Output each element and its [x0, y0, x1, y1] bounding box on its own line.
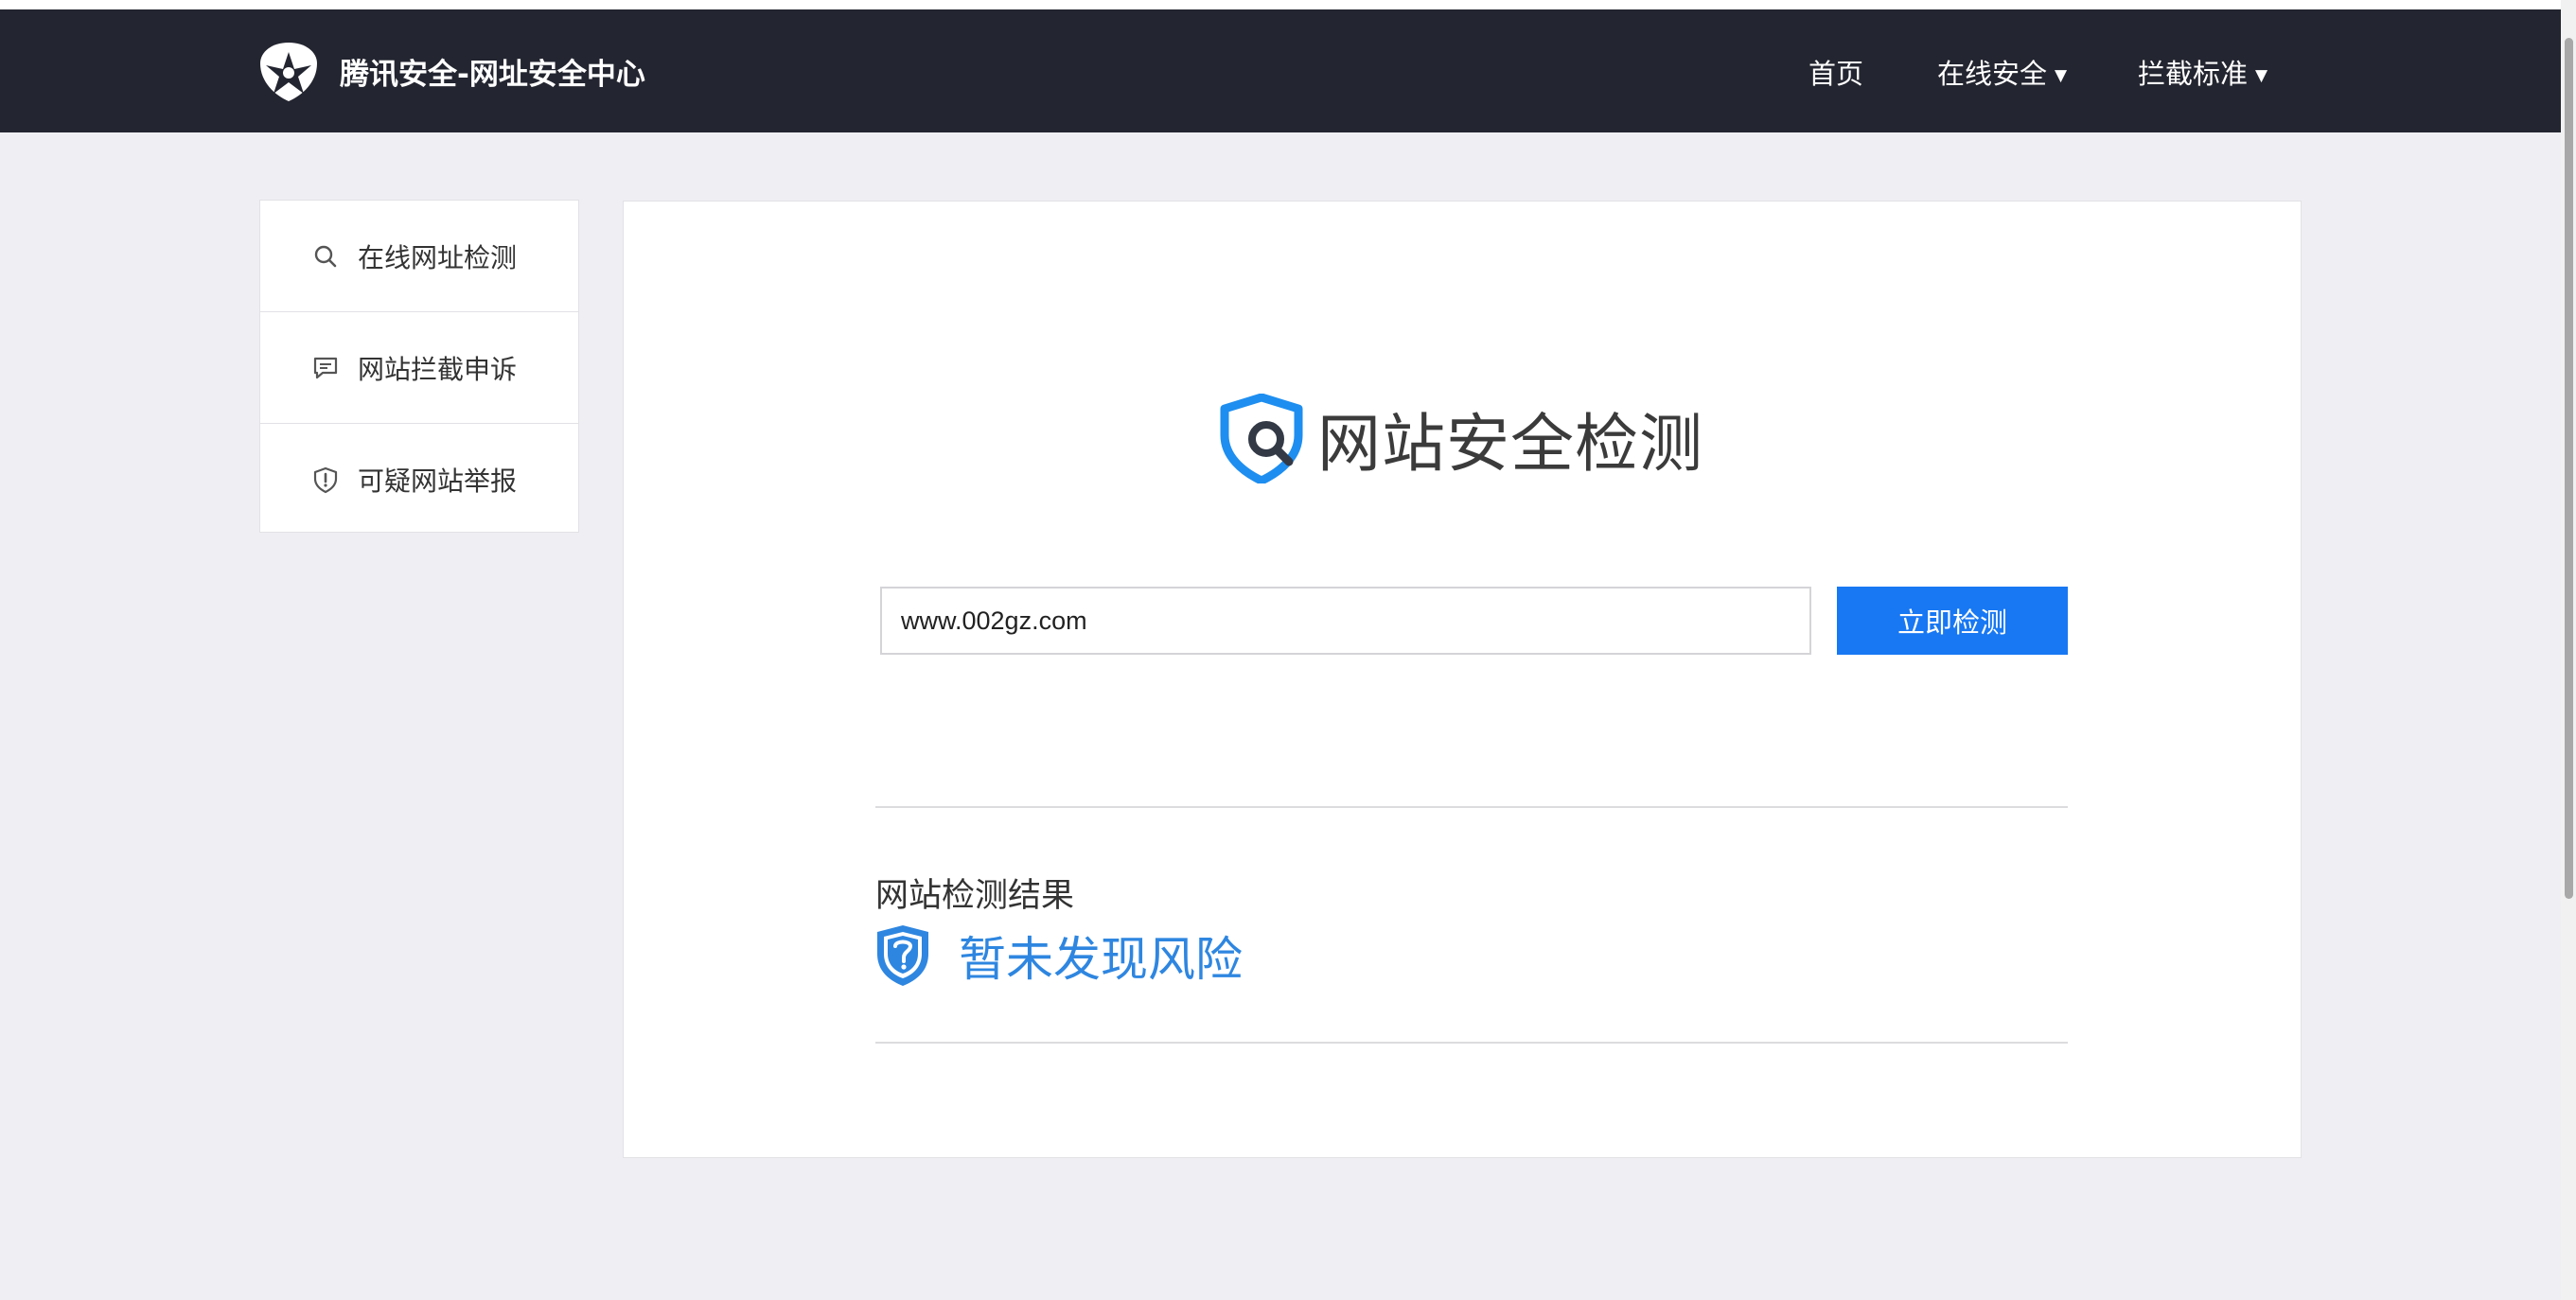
hero: 网站安全检测: [1219, 391, 1703, 485]
sidebar-item-label: 可疑网站举报: [358, 465, 518, 497]
scrollbar-thumb[interactable]: [2565, 38, 2573, 899]
shield-search-icon: [1220, 393, 1303, 483]
sidebar-item-block-appeal[interactable]: 网站拦截申诉: [260, 312, 578, 423]
search-icon: [314, 245, 337, 267]
nav-block-standards[interactable]: 拦截标准 ▼: [2138, 57, 2267, 91]
top-navbar: 腾讯安全-网址安全中心 首页 在线安全 ▼ 拦截标准 ▼: [0, 9, 2561, 132]
url-input[interactable]: [880, 587, 1811, 655]
brand-title: 腾讯安全-网址安全中心: [340, 57, 645, 92]
nav-online-security-label: 在线安全: [1937, 58, 2048, 90]
result-status: 暂未发现风险: [875, 922, 1243, 989]
caret-down-icon: ▼: [2255, 66, 2268, 85]
nav-block-standards-label: 拦截标准: [2138, 58, 2249, 90]
check-now-button[interactable]: 立即检测: [1837, 587, 2068, 655]
shield-question-icon: [877, 925, 928, 986]
sidebar-item-online-url-check[interactable]: 在线网址检测: [260, 201, 578, 311]
divider: [875, 1042, 2068, 1044]
brand[interactable]: 腾讯安全-网址安全中心: [256, 38, 645, 104]
top-strip: [0, 0, 2576, 9]
caret-down-icon: ▼: [2055, 66, 2068, 85]
nav-home[interactable]: 首页: [1808, 57, 1863, 91]
result-status-text: 暂未发现风险: [959, 932, 1243, 987]
sidebar-item-report-suspicious[interactable]: 可疑网站举报: [260, 424, 578, 535]
hero-title: 网站安全检测: [1317, 406, 1703, 481]
sidebar-item-label: 在线网址检测: [358, 241, 518, 273]
nav-home-label: 首页: [1808, 58, 1864, 90]
divider: [875, 806, 2068, 808]
sidebar: 在线网址检测 网站拦截申诉 可疑网站举报: [259, 200, 579, 533]
main-panel: 网站安全检测 立即检测 网站检测结果 暂未发现风险: [623, 201, 2302, 1158]
result-heading: 网站检测结果: [875, 877, 1075, 915]
shield-alert-icon: [313, 466, 338, 493]
sidebar-item-label: 网站拦截申诉: [358, 353, 518, 385]
message-icon: [313, 357, 338, 378]
nav-online-security[interactable]: 在线安全 ▼: [1937, 57, 2067, 91]
tencent-security-logo-icon: [260, 43, 317, 101]
